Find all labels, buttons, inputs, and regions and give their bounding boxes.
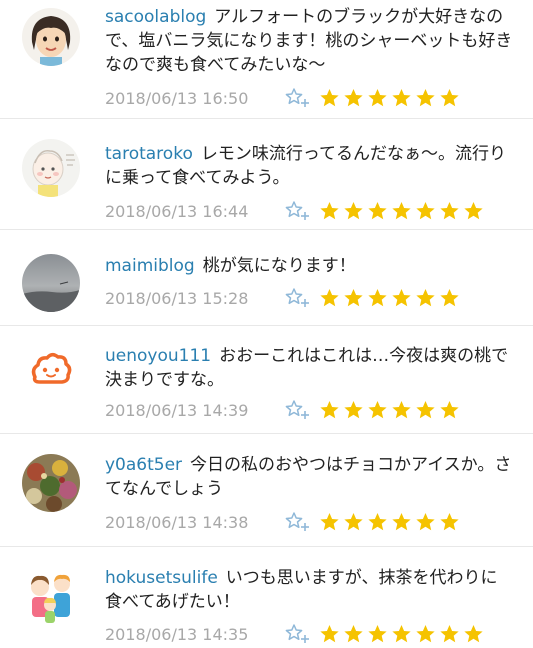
star-icon: [319, 288, 340, 308]
star-icon: [319, 201, 340, 221]
comment-feed: sacoolablog アルフォートのブラックが大好きなので、塩バニラ気になります…: [0, 0, 533, 644]
woman-face-avatar[interactable]: [22, 8, 80, 66]
cloud-face-avatar[interactable]: [22, 341, 80, 399]
star-icon: [391, 88, 412, 108]
comment-timestamp: 2018/06/13 14:39: [105, 400, 249, 420]
add-star-icon[interactable]: [285, 87, 311, 109]
comment-timestamp: 2018/06/13 16:50: [105, 88, 249, 108]
star-icon: [319, 88, 340, 108]
star-icon: [319, 624, 340, 644]
star-rating: [319, 400, 463, 420]
star-icon: [391, 400, 412, 420]
star-icon: [463, 624, 484, 644]
add-star-icon[interactable]: [285, 623, 311, 645]
star-icon: [415, 88, 436, 108]
comment-timestamp: 2018/06/13 16:44: [105, 201, 249, 221]
star-icon: [343, 400, 364, 420]
comment-meta: 2018/06/13 14:35: [105, 623, 487, 645]
comment-meta: 2018/06/13 14:38: [105, 511, 463, 533]
star-icon: [367, 624, 388, 644]
star-icon: [391, 512, 412, 532]
sky-photo-avatar[interactable]: [22, 254, 80, 312]
comment-body: y0a6t5er 今日の私のおやつはチョコかアイスか。さてなんでしょう: [105, 453, 513, 501]
star-icon: [343, 88, 364, 108]
star-icon: [439, 400, 460, 420]
comment-username[interactable]: uenoyou111: [105, 346, 211, 366]
comment-username[interactable]: sacoolablog: [105, 7, 206, 27]
star-icon: [391, 624, 412, 644]
star-rating: [319, 201, 487, 221]
star-icon: [367, 201, 388, 221]
comment-meta: 2018/06/13 15:28: [105, 287, 463, 309]
comment-username[interactable]: tarotaroko: [105, 144, 193, 164]
star-icon: [415, 201, 436, 221]
star-icon: [343, 624, 364, 644]
star-icon: [463, 201, 484, 221]
star-icon: [367, 512, 388, 532]
star-icon: [439, 88, 460, 108]
star-icon: [415, 512, 436, 532]
add-star-icon[interactable]: [285, 200, 311, 222]
star-icon: [391, 201, 412, 221]
star-icon: [439, 512, 460, 532]
star-icon: [415, 288, 436, 308]
comment-item: y0a6t5er 今日の私のおやつはチョコかアイスか。さてなんでしょう 2018/…: [0, 434, 533, 547]
star-icon: [439, 288, 460, 308]
star-icon: [391, 288, 412, 308]
comment-timestamp: 2018/06/13 15:28: [105, 288, 249, 308]
star-icon: [415, 400, 436, 420]
comment-body: maimiblog 桃が気になります！: [105, 254, 513, 278]
food-photo-avatar[interactable]: [22, 454, 80, 512]
add-star-icon[interactable]: [285, 399, 311, 421]
star-rating: [319, 88, 463, 108]
add-star-icon[interactable]: [285, 287, 311, 309]
comment-body: hokusetsulife いつも思いますが、抹茶を代わりに食べてあげたい！: [105, 566, 513, 614]
star-icon: [439, 624, 460, 644]
star-icon: [367, 400, 388, 420]
star-icon: [319, 400, 340, 420]
comment-item: tarotaroko レモン味流行ってるんだなぁ〜。流行りに乗って食べてみよう。 …: [0, 119, 533, 230]
comment-body: uenoyou111 おおーこれはこれは…今夜は爽の桃で決まりですな。: [105, 344, 513, 392]
comment-meta: 2018/06/13 16:50: [105, 87, 463, 109]
comment-username[interactable]: hokusetsulife: [105, 568, 218, 588]
comment-timestamp: 2018/06/13 14:35: [105, 624, 249, 644]
comment-item: sacoolablog アルフォートのブラックが大好きなので、塩バニラ気になります…: [0, 0, 533, 119]
comment-item: hokusetsulife いつも思いますが、抹茶を代わりに食べてあげたい！ 20…: [0, 547, 533, 644]
star-icon: [415, 624, 436, 644]
comment-item: uenoyou111 おおーこれはこれは…今夜は爽の桃で決まりですな。 2018/…: [0, 326, 533, 434]
comment-body: tarotaroko レモン味流行ってるんだなぁ〜。流行りに乗って食べてみよう。: [105, 142, 513, 190]
comment-meta: 2018/06/13 14:39: [105, 399, 463, 421]
star-icon: [319, 512, 340, 532]
comment-username[interactable]: maimiblog: [105, 256, 195, 276]
star-rating: [319, 512, 463, 532]
baby-illustration-avatar[interactable]: [22, 139, 80, 197]
star-icon: [343, 288, 364, 308]
star-icon: [439, 201, 460, 221]
add-star-icon[interactable]: [285, 511, 311, 533]
star-icon: [367, 88, 388, 108]
star-rating: [319, 288, 463, 308]
comment-timestamp: 2018/06/13 14:38: [105, 512, 249, 532]
family-illustration-avatar[interactable]: [22, 567, 80, 625]
comment-text: 桃が気になります！: [202, 256, 356, 276]
comment-body: sacoolablog アルフォートのブラックが大好きなので、塩バニラ気になります…: [105, 5, 513, 77]
star-icon: [367, 288, 388, 308]
comment-item: maimiblog 桃が気になります！ 2018/06/13 15:28: [0, 230, 533, 326]
star-icon: [343, 201, 364, 221]
star-rating: [319, 624, 487, 644]
comment-meta: 2018/06/13 16:44: [105, 200, 487, 222]
star-icon: [343, 512, 364, 532]
comment-username[interactable]: y0a6t5er: [105, 455, 182, 475]
